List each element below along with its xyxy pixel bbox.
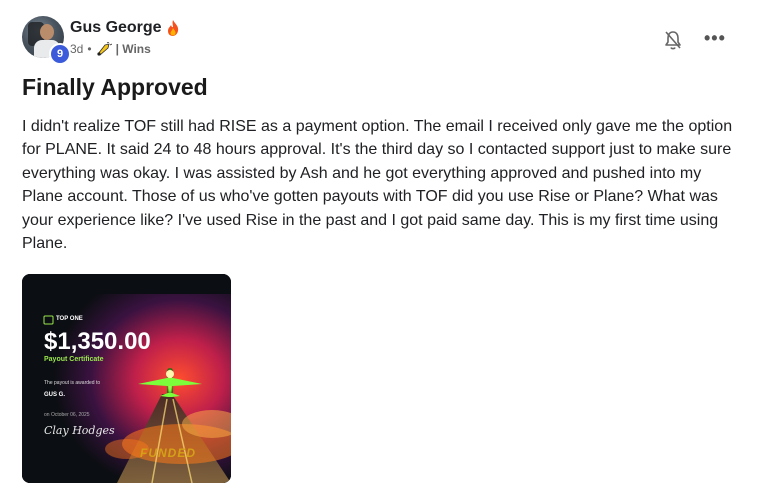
post-title: Finally Approved [22,74,208,100]
post-meta: 3d • | Wins [70,42,151,56]
meta-separator: • [87,42,92,56]
certificate-artwork [22,274,231,483]
certificate-image[interactable]: TOP ONE $1,350.00 Payout Certificate The… [22,274,231,483]
certificate-funded: FUNDED [140,446,196,460]
avatar-face [40,24,54,40]
level-badge: 9 [49,43,71,65]
certificate-subtitle: Payout Certificate [44,356,104,363]
certificate-recipient: GUS G. [44,392,66,398]
bell-icon[interactable] [663,29,683,51]
post-header: 9 Gus George 3d • | Wins ••• [22,16,737,65]
post-time[interactable]: 3d [70,42,83,56]
certificate-awarded-text: The payout is awarded to [44,380,101,386]
fire-icon [167,20,178,36]
author-row: Gus George [70,19,180,37]
certificate-signature: Clay Hodges [44,424,115,437]
post-body: I didn't realize TOF still had RISE as a… [22,118,733,253]
certificate-amount: $1,350.00 [44,328,151,355]
certificate-logo: TOP ONE [44,316,83,322]
post-category[interactable]: | Wins [116,42,151,56]
author-name[interactable]: Gus George [70,19,162,37]
more-icon[interactable]: ••• [704,29,726,49]
certificate-brand: TOP ONE [56,316,83,322]
trumpet-icon [96,42,112,56]
certificate-date: on October 06, 2025 [44,412,90,418]
